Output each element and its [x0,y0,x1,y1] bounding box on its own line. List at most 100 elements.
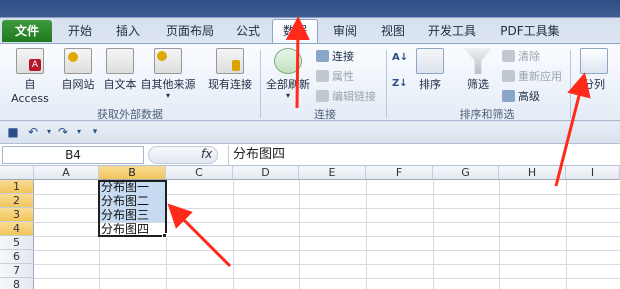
filter-button[interactable]: 筛选 [460,48,496,92]
grid-line [566,180,567,289]
refresh-icon [274,48,302,74]
dropdown-arrow-icon: ▾ [165,91,170,100]
grid-line [299,180,300,289]
clear-filter-button[interactable]: 清除 [502,48,540,64]
properties-button[interactable]: 属性 [316,68,354,84]
edit-links-label: 编辑链接 [332,90,376,103]
edit-links-button[interactable]: 编辑链接 [316,88,376,104]
group-separator [570,50,571,118]
column-header[interactable]: G [433,166,499,180]
connections-label: 连接 [332,50,354,63]
select-all-corner[interactable] [0,166,34,180]
dropdown-arrow-icon[interactable]: ▾ [42,125,56,139]
reapply-button[interactable]: 重新应用 [502,68,562,84]
row-header[interactable]: 4 [0,222,34,236]
sort-descending-button[interactable]: Z↓ [392,78,408,89]
column-header[interactable]: E [299,166,366,180]
text-to-columns-icon [580,48,608,74]
grid-line [433,180,434,289]
from-text-button[interactable]: 自文本 [100,48,140,92]
text-file-icon [106,48,134,74]
sort-button[interactable]: 排序 [414,48,446,92]
refresh-all-button[interactable]: 全部刷新 ▾ [263,48,313,100]
grid-line [34,236,620,237]
row-header[interactable]: 5 [0,236,34,250]
existing-connections-button[interactable]: 现有连接 [204,48,256,92]
clear-icon [502,50,515,62]
dropdown-arrow-icon[interactable]: ▾ [72,125,86,139]
from-other-sources-label: 自其他来源 [140,78,196,91]
sort-ascending-button[interactable]: A↓ [392,52,408,63]
web-icon [64,48,92,74]
column-header[interactable]: C [166,166,233,180]
customize-qat-icon[interactable]: ▾ [88,125,102,139]
formula-input[interactable]: 分布图四 [228,145,618,165]
tab-formulas[interactable]: 公式 [226,20,270,42]
quick-access-toolbar: ■ ↶ ▾ ↷ ▾ ▾ [0,122,620,144]
advanced-filter-button[interactable]: 高级 [502,88,540,104]
row-header[interactable]: 6 [0,250,34,264]
tab-pdf-tools[interactable]: PDF工具集 [492,20,568,42]
filter-label: 筛选 [467,78,489,91]
clear-label: 清除 [518,50,540,63]
column-header[interactable]: A [34,166,99,180]
grid-line [34,250,620,251]
tab-review[interactable]: 审阅 [324,20,366,42]
row-header[interactable]: 2 [0,194,34,208]
column-header[interactable]: H [499,166,566,180]
properties-label: 属性 [332,70,354,83]
row-header[interactable]: 8 [0,278,34,289]
refresh-all-label: 全部刷新 [266,78,310,91]
save-icon[interactable]: ■ [6,125,20,139]
advanced-label: 高级 [518,90,540,103]
from-access-label: 自 Access [11,78,49,105]
sort-icon [416,48,444,74]
cell-b4[interactable]: 分布图四 [99,222,166,236]
column-header[interactable]: B [99,166,166,180]
row-header[interactable]: 1 [0,180,34,194]
column-header[interactable]: F [366,166,433,180]
redo-icon[interactable]: ↷ [56,125,70,139]
cell-b2[interactable]: 分布图二 [99,194,166,208]
connections-button[interactable]: 连接 [316,48,354,64]
row-header[interactable]: 3 [0,208,34,222]
reapply-label: 重新应用 [518,70,562,83]
existing-connections-icon [216,48,244,74]
from-web-button[interactable]: 自网站 [58,48,98,92]
existing-connections-label: 现有连接 [208,78,252,91]
text-to-columns-button[interactable]: 分列 [576,48,612,92]
grid-line [233,180,234,289]
from-text-label: 自文本 [103,78,137,91]
edit-links-icon [316,90,329,102]
tab-developer[interactable]: 开发工具 [418,20,486,42]
spreadsheet-grid[interactable]: A B C D E F G H I 1 2 3 4 5 6 7 8 分布图一 分… [0,166,620,289]
cell-b3[interactable]: 分布图三 [99,208,166,222]
grid-line [366,180,367,289]
properties-icon [316,70,329,82]
grid-line [34,264,620,265]
row-header[interactable]: 7 [0,264,34,278]
insert-function-button[interactable]: fx [201,147,212,161]
fill-handle[interactable] [162,233,167,238]
tab-insert[interactable]: 插入 [106,20,150,42]
tab-file[interactable]: 文件 [2,20,52,42]
tab-data[interactable]: 数据 [272,19,318,43]
from-web-label: 自网站 [61,78,95,91]
tab-page-layout[interactable]: 页面布局 [156,20,224,42]
ribbon: A 自 Access 自网站 自文本 自其他来源 ▾ 现有连接 获取外部数据 全… [0,43,620,121]
tab-home[interactable]: 开始 [58,20,102,42]
column-header[interactable]: I [566,166,620,180]
from-access-button[interactable]: A 自 Access [4,48,56,105]
cell-b1[interactable]: 分布图一 [99,180,166,194]
filter-icon [464,48,492,74]
access-icon: A [16,48,44,74]
group-separator [386,50,387,118]
undo-icon[interactable]: ↶ [26,125,40,139]
column-header[interactable]: D [233,166,299,180]
name-box[interactable]: B4 [2,146,144,164]
text-to-columns-label: 分列 [583,78,605,91]
from-other-sources-button[interactable]: 自其他来源 ▾ [138,48,198,100]
tab-view[interactable]: 视图 [372,20,414,42]
grid-line [34,278,620,279]
group-separator [260,50,261,118]
